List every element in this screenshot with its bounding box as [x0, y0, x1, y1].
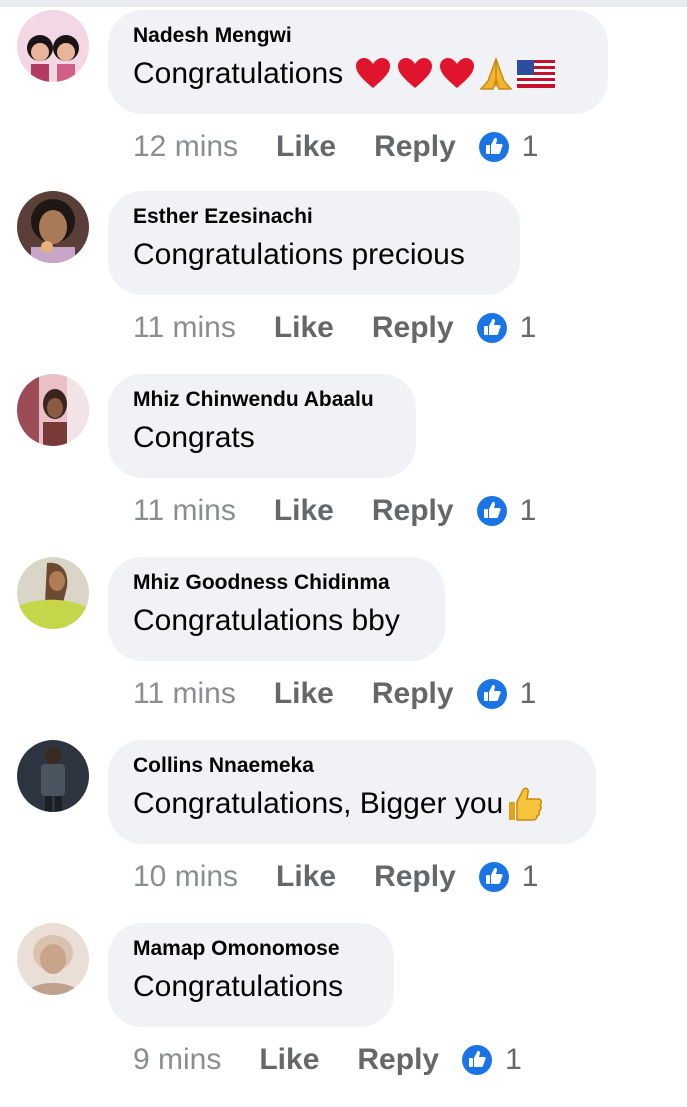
comment-text: Congratulations, Bigger you: [133, 786, 566, 822]
comment-text-body: Congratulations: [133, 57, 344, 90]
comment-text-body: Congrats: [133, 421, 255, 454]
comment-bubble: Mamap Omonomose Congratulations: [108, 923, 394, 1027]
like-button[interactable]: Like: [276, 857, 336, 897]
comment: Mhiz Goodness Chidinma Congratulations b…: [0, 557, 687, 741]
top-divider: [0, 0, 687, 7]
like-button[interactable]: Like: [276, 127, 336, 167]
comment-text: Congratulations precious: [133, 237, 490, 273]
comment-author[interactable]: Esther Ezesinachi: [133, 204, 490, 230]
like-reaction-icon[interactable]: [478, 131, 510, 163]
comment-author[interactable]: Nadesh Mengwi: [133, 23, 578, 49]
reply-button[interactable]: Reply: [372, 674, 454, 714]
reaction-count: 1: [519, 494, 537, 527]
comment-text-body: Congratulations: [133, 970, 344, 1003]
comment-text-body: Congratulations, Bigger you: [133, 787, 504, 820]
comment-actions: 9 mins Like Reply 1: [133, 1040, 522, 1080]
reaction-count: 1: [519, 311, 537, 344]
like-button[interactable]: Like: [274, 674, 334, 714]
comment-author[interactable]: Collins Nnaemeka: [133, 753, 566, 779]
comment: Esther Ezesinachi Congratulations precio…: [0, 191, 687, 375]
like-button[interactable]: Like: [259, 1040, 319, 1080]
like-button[interactable]: Like: [274, 491, 334, 531]
comment-timestamp[interactable]: 11 mins: [133, 674, 236, 714]
comment-actions: 10 mins Like Reply 1: [133, 857, 538, 897]
comment-bubble: Mhiz Goodness Chidinma Congratulations b…: [108, 557, 445, 661]
folded-hands-emoji-icon: [479, 57, 513, 90]
comment-timestamp[interactable]: 9 mins: [133, 1040, 221, 1080]
comment-text: Congratulations: [133, 56, 578, 92]
comment-text-body: Congratulations bby: [133, 604, 400, 637]
comment-bubble: Mhiz Chinwendu Abaalu Congrats: [108, 374, 416, 478]
comment-author[interactable]: Mamap Omonomose: [133, 936, 364, 962]
comment: Collins Nnaemeka Congratulations, Bigger…: [0, 740, 687, 924]
reply-button[interactable]: Reply: [374, 127, 456, 167]
comment-text-body: Congratulations precious: [133, 238, 465, 271]
comment: Nadesh Mengwi Congratulations 12 mins Li…: [0, 10, 687, 194]
avatar[interactable]: [17, 740, 89, 812]
reply-button[interactable]: Reply: [357, 1040, 439, 1080]
comment-author[interactable]: Mhiz Goodness Chidinma: [133, 570, 415, 596]
red-heart-emoji-icon: [440, 58, 475, 88]
like-reaction-icon[interactable]: [476, 678, 508, 710]
comment-actions: 11 mins Like Reply 1: [133, 674, 536, 714]
like-reaction-icon[interactable]: [461, 1044, 493, 1076]
us-flag-emoji-icon: [517, 60, 556, 88]
like-reaction-icon[interactable]: [476, 312, 508, 344]
like-reaction-icon[interactable]: [476, 495, 508, 527]
comment-actions: 12 mins Like Reply 1: [133, 127, 538, 167]
reaction-count: 1: [505, 1043, 522, 1076]
reaction-count: 1: [521, 130, 539, 163]
avatar[interactable]: [17, 923, 89, 995]
reply-button[interactable]: Reply: [374, 857, 456, 897]
reaction-count: 1: [519, 677, 537, 710]
comment-author[interactable]: Mhiz Chinwendu Abaalu: [133, 387, 386, 413]
comment-actions: 11 mins Like Reply 1: [133, 491, 536, 531]
avatar[interactable]: [17, 374, 89, 446]
reply-button[interactable]: Reply: [372, 308, 454, 348]
comment-actions: 11 mins Like Reply 1: [133, 308, 536, 348]
comment-text: Congrats: [133, 420, 386, 456]
comment-text: Congratulations bby: [133, 603, 415, 639]
comment: Mhiz Chinwendu Abaalu Congrats 11 mins L…: [0, 374, 687, 558]
comment-bubble: Collins Nnaemeka Congratulations, Bigger…: [108, 740, 596, 844]
red-heart-emoji-icon: [398, 58, 433, 88]
comment: Mamap Omonomose Congratulations 9 mins L…: [0, 923, 687, 1107]
red-heart-emoji-icon: [356, 58, 391, 88]
reaction-count: 1: [521, 860, 539, 893]
comment-emojis: [355, 57, 556, 91]
comment-bubble: Nadesh Mengwi Congratulations: [108, 10, 608, 114]
like-button[interactable]: Like: [274, 308, 334, 348]
reply-button[interactable]: Reply: [372, 491, 454, 531]
comment-timestamp[interactable]: 11 mins: [133, 308, 236, 348]
comment-timestamp[interactable]: 10 mins: [133, 857, 238, 897]
avatar[interactable]: [17, 557, 89, 629]
thumbs-up-emoji-icon: [509, 787, 543, 821]
comment-timestamp[interactable]: 12 mins: [133, 127, 238, 167]
comment-timestamp[interactable]: 11 mins: [133, 491, 236, 531]
avatar[interactable]: [17, 10, 89, 82]
comment-text: Congratulations: [133, 969, 364, 1005]
comment-bubble: Esther Ezesinachi Congratulations precio…: [108, 191, 520, 295]
like-reaction-icon[interactable]: [478, 861, 510, 893]
comment-emojis: [505, 786, 543, 822]
avatar[interactable]: [17, 191, 89, 263]
